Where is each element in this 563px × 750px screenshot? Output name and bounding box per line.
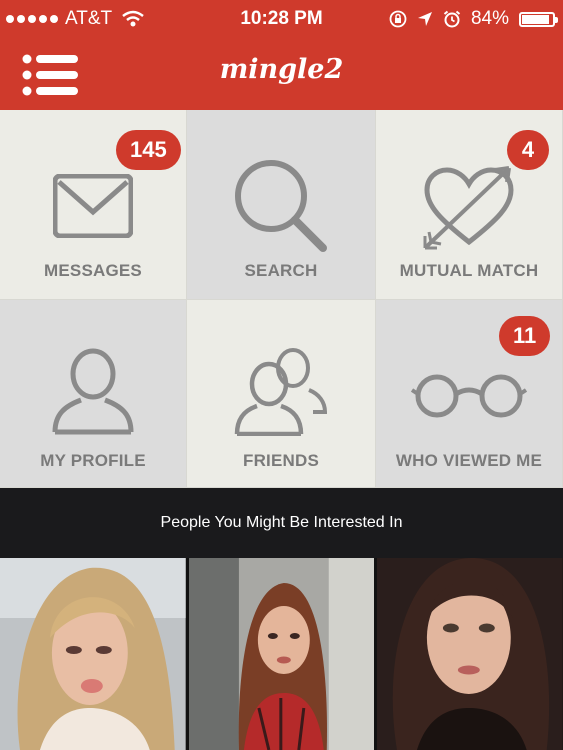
feature-grid: 145 MESSAGES SEARCH 4 MUTUAL MATCH MY PR… xyxy=(0,110,563,488)
heart-arrow-icon xyxy=(423,166,514,250)
app-header: mingle2 xyxy=(0,38,563,110)
people-icon xyxy=(234,348,328,436)
profile-photo-1[interactable] xyxy=(0,558,186,750)
tile-messages[interactable]: 145 MESSAGES xyxy=(0,110,187,300)
tile-mutual-match[interactable]: 4 MUTUAL MATCH xyxy=(376,110,563,300)
battery-percent: 84% xyxy=(470,8,509,29)
status-right: 84% xyxy=(389,8,558,30)
battery-icon xyxy=(519,11,558,27)
mutual-match-count-badge: 4 xyxy=(507,130,549,170)
tile-label: MUTUAL MATCH xyxy=(399,261,539,280)
person-icon xyxy=(52,348,134,435)
envelope-icon xyxy=(53,174,133,238)
suggested-people-strip xyxy=(0,558,563,750)
alarm-icon xyxy=(443,10,461,28)
rotation-lock-icon xyxy=(389,10,407,28)
tile-label: MY PROFILE xyxy=(40,451,146,470)
app-logo: mingle2 xyxy=(219,54,344,85)
tile-label: MESSAGES xyxy=(44,261,142,280)
glasses-icon xyxy=(411,374,527,418)
magnifier-icon xyxy=(235,160,327,252)
suggestions-title: People You Might Be Interested In xyxy=(0,488,563,558)
tile-label: WHO VIEWED ME xyxy=(395,451,543,470)
profile-photo-2[interactable] xyxy=(188,558,375,750)
tile-label: SEARCH xyxy=(244,261,318,280)
tile-search[interactable]: SEARCH xyxy=(187,110,376,300)
status-bar: AT&T 10:28 PM 84% xyxy=(0,0,563,38)
messages-count-badge: 145 xyxy=(116,130,181,170)
tile-my-profile[interactable]: MY PROFILE xyxy=(0,300,187,488)
tile-label: FRIENDS xyxy=(242,451,320,470)
viewers-count-badge: 11 xyxy=(499,316,551,356)
profile-photo-3[interactable] xyxy=(377,558,563,750)
tile-who-viewed-me[interactable]: 11 WHO VIEWED ME xyxy=(376,300,563,488)
location-arrow-icon xyxy=(417,12,432,26)
tile-friends[interactable]: FRIENDS xyxy=(187,300,376,488)
